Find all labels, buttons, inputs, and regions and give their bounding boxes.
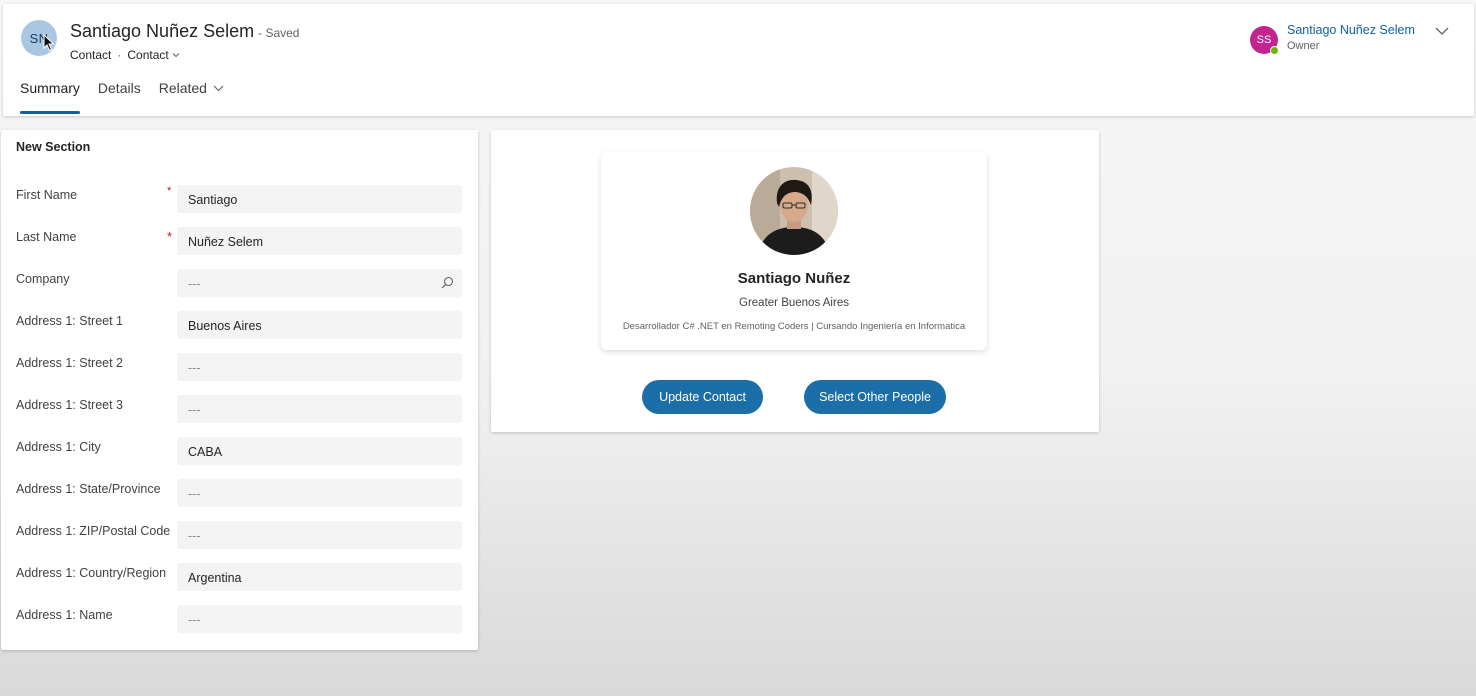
owner-name-link[interactable]: Santiago Nuñez Selem (1287, 23, 1415, 37)
search-icon[interactable] (441, 276, 454, 289)
owner-avatar[interactable]: SS (1250, 26, 1279, 55)
select-other-people-label: Select Other People (819, 390, 931, 404)
field-label: Last Name (16, 230, 77, 244)
field-label: First Name (16, 188, 78, 202)
address-name-input[interactable]: --- (177, 605, 462, 633)
last-name-input[interactable]: Nuñez Selem (177, 227, 462, 255)
profile-photo (750, 167, 838, 255)
owner-role: Owner (1287, 40, 1320, 52)
profile-card: Santiago Nuñez Greater Buenos Aires Desa… (601, 152, 987, 350)
required-indicator: * (167, 185, 172, 197)
required-indicator: * (167, 229, 173, 244)
form-selector-label: Contact (127, 48, 169, 62)
entity-name: Contact (70, 48, 112, 62)
tab-summary[interactable]: Summary (20, 80, 80, 114)
field-label: Address 1: Country/Region (16, 566, 167, 580)
separator-dot: · (117, 48, 122, 62)
field-label: Company (16, 272, 70, 286)
first-name-input[interactable]: Santiago (177, 185, 462, 213)
profile-name: Santiago Nuñez (737, 270, 851, 287)
city-input[interactable]: CABA (177, 437, 462, 465)
field-state: Address 1: State/Province --- (1, 479, 478, 507)
chevron-down-icon (213, 85, 224, 92)
update-contact-button[interactable]: Update Contact (642, 380, 763, 414)
record-subtitle: Contact · Contact (70, 48, 180, 62)
record-title: Santiago Nuñez Selem - Saved (70, 21, 299, 42)
field-street-3: Address 1: Street 3 --- (1, 395, 478, 423)
field-label: Address 1: Name (16, 608, 113, 622)
zip-input[interactable]: --- (177, 521, 462, 549)
field-country: Address 1: Country/Region Argentina (1, 563, 478, 591)
expand-header-chevron-icon[interactable] (1434, 25, 1450, 37)
field-address-name: Address 1: Name --- (1, 605, 478, 633)
update-contact-label: Update Contact (659, 390, 746, 404)
profile-photo-image (750, 167, 838, 255)
chevron-down-icon (172, 53, 180, 58)
profile-headline: Desarrollador C# .NET en Remoting Coders… (622, 321, 966, 332)
street-3-input[interactable]: --- (177, 395, 462, 423)
street-1-input[interactable]: Buenos Aires (177, 311, 462, 339)
company-value: --- (188, 277, 201, 291)
form-selector[interactable]: Contact (127, 48, 180, 62)
save-status: - Saved (258, 26, 300, 40)
field-first-name: First Name * Santiago (1, 185, 478, 213)
select-other-people-button[interactable]: Select Other People (804, 380, 946, 414)
field-label: Address 1: Street 3 (16, 398, 124, 412)
field-company: Company --- (1, 269, 478, 297)
section-title: New Section (16, 140, 91, 154)
state-input[interactable]: --- (177, 479, 462, 507)
field-city: Address 1: City CABA (1, 437, 478, 465)
field-street-2: Address 1: Street 2 --- (1, 353, 478, 381)
record-name: Santiago Nuñez Selem (70, 21, 255, 41)
profile-location: Greater Buenos Aires (739, 297, 849, 309)
tab-list: Summary Details Related (20, 80, 224, 114)
street-2-input[interactable]: --- (177, 353, 462, 381)
field-label: Address 1: City (16, 440, 101, 454)
field-label: Address 1: Street 1 (16, 314, 124, 328)
form-section: New Section First Name * Santiago Last N… (1, 130, 478, 650)
field-last-name: Last Name * Nuñez Selem (1, 227, 478, 255)
owner-initials: SS (1256, 34, 1272, 46)
field-label: Address 1: State/Province (16, 482, 161, 496)
field-label: Address 1: Street 2 (16, 356, 124, 370)
profile-component-panel: Santiago Nuñez Greater Buenos Aires Desa… (491, 130, 1099, 432)
field-zip: Address 1: ZIP/Postal Code --- (1, 521, 478, 549)
tab-related[interactable]: Related (159, 80, 224, 114)
mouse-cursor-icon (43, 34, 55, 52)
country-input[interactable]: Argentina (177, 563, 462, 591)
presence-available-icon (1270, 46, 1279, 55)
tab-details[interactable]: Details (98, 80, 141, 114)
field-label: Address 1: ZIP/Postal Code (16, 524, 171, 538)
field-street-1: Address 1: Street 1 Buenos Aires (1, 311, 478, 339)
company-lookup-input[interactable]: --- (177, 269, 462, 297)
record-header: SN Santiago Nuñez Selem - Saved Contact ·… (3, 4, 1474, 116)
